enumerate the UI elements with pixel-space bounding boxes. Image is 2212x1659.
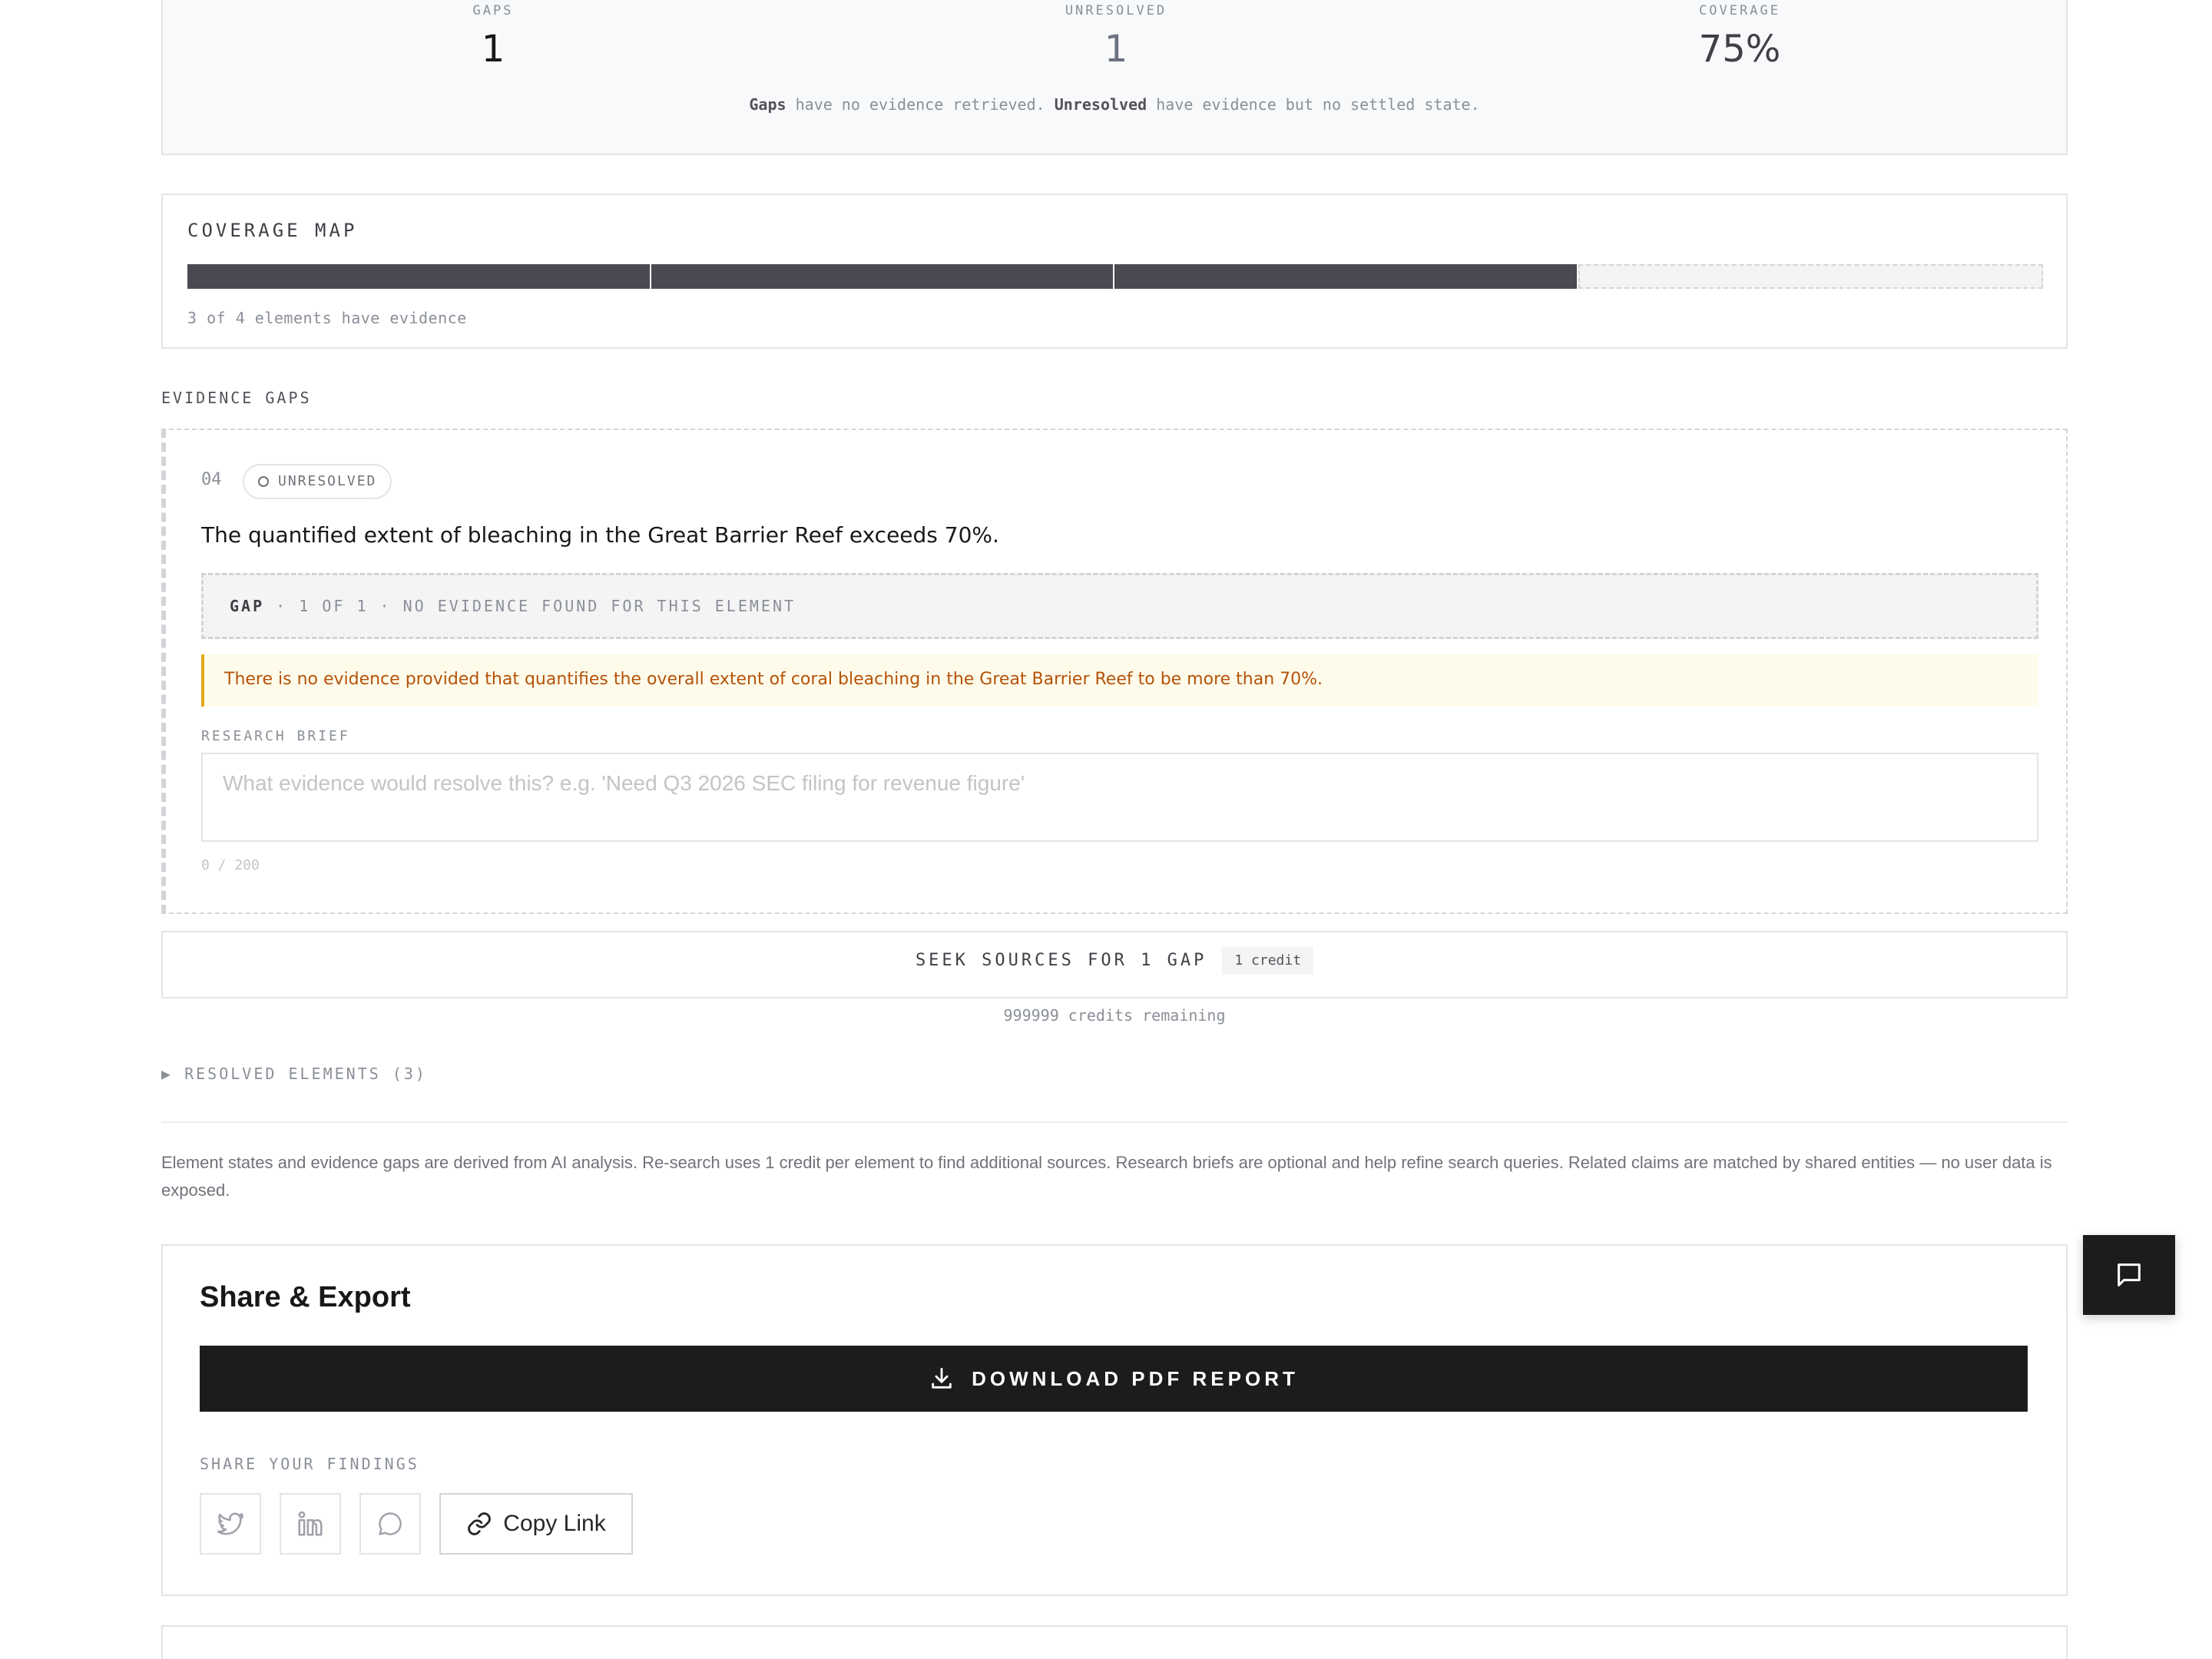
gaps-stat-value: 1 — [481, 28, 505, 71]
analysis-disclaimer: Element states and evidence gaps are der… — [161, 1153, 2052, 1200]
section-divider — [161, 1121, 2068, 1123]
share-export-title: Share & Export — [200, 1281, 411, 1313]
seek-sources-label: SEEK SOURCES FOR 1 GAP — [915, 951, 1207, 970]
coverage-stat-label: COVERAGE — [1699, 3, 1780, 18]
coverage-map-note: 3 of 4 elements have evidence — [187, 309, 467, 327]
coverage-map-title: COVERAGE MAP — [187, 220, 358, 241]
copy-link-button[interactable]: Copy Link — [439, 1493, 633, 1555]
gap-warning-text: There is no evidence provided that quant… — [224, 670, 1323, 689]
linkedin-icon — [298, 1511, 323, 1536]
twitter-icon — [217, 1512, 244, 1535]
chat-icon — [379, 1512, 402, 1535]
gaps-stat-label: GAPS — [472, 3, 514, 18]
evidence-gaps-title: EVIDENCE GAPS — [161, 389, 312, 407]
gap-warning-callout: There is no evidence provided that quant… — [201, 654, 2038, 707]
share-findings-label: SHARE YOUR FINDINGS — [200, 1455, 419, 1473]
seek-sources-button[interactable]: SEEK SOURCES FOR 1 GAP 1 credit — [161, 931, 2068, 998]
share-export-card: Share & Export DOWNLOAD PDF REPORT SHARE… — [161, 1244, 2068, 1596]
resolved-elements-toggle[interactable]: ▶ RESOLVED ELEMENTS (3) — [161, 1065, 427, 1083]
unresolved-definition: have evidence but no settled state. — [1147, 95, 1480, 114]
status-badge: UNRESOLVED — [243, 464, 392, 499]
next-section-card — [161, 1625, 2068, 1659]
share-linkedin-button[interactable] — [280, 1493, 341, 1555]
element-number: 04 — [201, 470, 222, 489]
message-square-icon — [2118, 1263, 2141, 1286]
coverage-bar — [187, 264, 2043, 289]
gaps-term: Gaps — [749, 95, 786, 114]
gap-index: · 1 OF 1 · — [264, 597, 403, 615]
download-pdf-label: DOWNLOAD PDF REPORT — [972, 1366, 1299, 1390]
share-twitter-button[interactable] — [200, 1493, 261, 1555]
unresolved-stat-label: UNRESOLVED — [1065, 3, 1167, 18]
status-badge-label: UNRESOLVED — [278, 473, 377, 489]
gaps-stat: GAPS 1 — [339, 0, 647, 71]
unresolved-stat-value: 1 — [1104, 28, 1128, 71]
evidence-gap-card: 04 UNRESOLVED The quantified extent of b… — [161, 429, 2068, 914]
research-brief-label: RESEARCH BRIEF — [201, 728, 350, 744]
coverage-segment-filled — [187, 264, 650, 289]
coverage-stat-value: 75% — [1698, 28, 1781, 71]
coverage-segment-filled — [651, 264, 1113, 289]
gap-prefix: GAP — [230, 597, 265, 615]
coverage-map-card: COVERAGE MAP 3 of 4 elements have eviden… — [161, 194, 2068, 349]
download-icon — [932, 1367, 952, 1389]
credit-cost-badge: 1 credit — [1222, 946, 1314, 975]
gap-notice-text: GAP · 1 OF 1 · NO EVIDENCE FOUND FOR THI… — [230, 597, 796, 615]
copy-link-label: Copy Link — [503, 1511, 606, 1536]
stats-legend-note: Gaps have no evidence retrieved. Unresol… — [163, 95, 2066, 114]
share-message-button[interactable] — [359, 1493, 421, 1555]
summary-stats-panel: GAPS 1 UNRESOLVED 1 COVERAGE 75% Gaps ha… — [161, 0, 2068, 155]
credits-remaining: 999999 credits remaining — [1003, 1006, 1226, 1025]
coverage-segment-filled — [1114, 264, 1577, 289]
gap-notice: GAP · 1 OF 1 · NO EVIDENCE FOUND FOR THI… — [201, 573, 2038, 639]
download-pdf-button[interactable]: DOWNLOAD PDF REPORT — [200, 1346, 2028, 1412]
research-brief-input[interactable] — [201, 753, 2038, 842]
gaps-definition: have no evidence retrieved. — [786, 95, 1055, 114]
feedback-chat-button[interactable] — [2083, 1235, 2175, 1315]
research-brief-char-count: 0 / 200 — [201, 857, 260, 873]
coverage-segment-empty — [1578, 264, 2043, 289]
coverage-stat: COVERAGE 75% — [1586, 0, 1893, 71]
unresolved-term: Unresolved — [1054, 95, 1147, 114]
link-icon — [468, 1512, 492, 1535]
gap-description: NO EVIDENCE FOUND FOR THIS ELEMENT — [402, 597, 796, 615]
unresolved-stat: UNRESOLVED 1 — [962, 0, 1270, 71]
claim-text: The quantified extent of bleaching in th… — [201, 522, 999, 548]
status-circle-icon — [258, 476, 269, 487]
